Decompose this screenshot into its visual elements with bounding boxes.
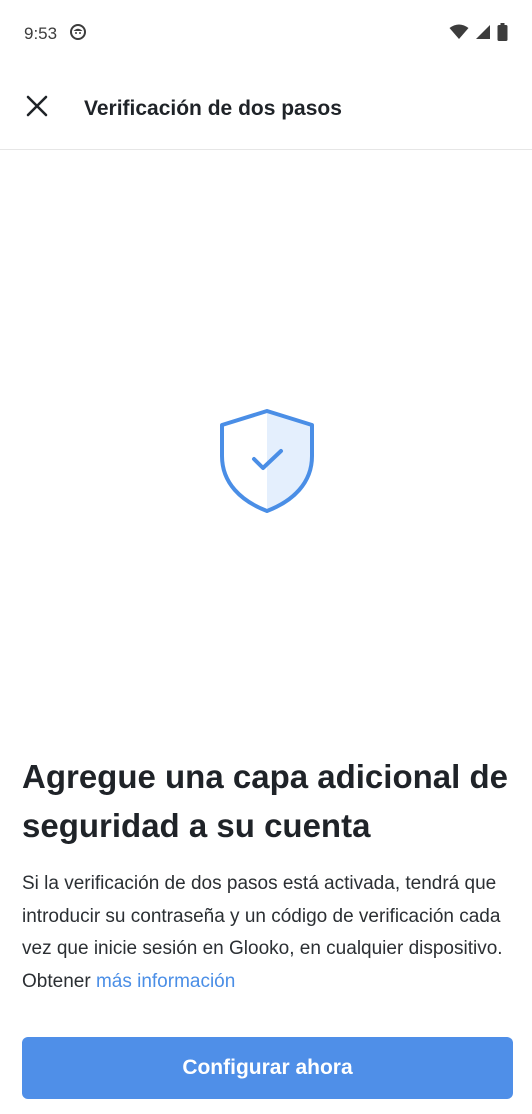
configure-now-button[interactable]: Configurar ahora <box>22 1037 513 1099</box>
page-title: Verificación de dos pasos <box>84 96 342 120</box>
status-left: 9:53 <box>24 23 87 46</box>
app-notification-icon <box>69 23 87 46</box>
description: Si la verificación de dos pasos está act… <box>22 868 514 998</box>
headline: Agregue una capa adicional de seguridad … <box>22 758 508 844</box>
wifi-icon <box>449 24 469 45</box>
signal-icon <box>475 24 491 45</box>
status-right <box>449 22 508 46</box>
shield-check-icon <box>216 408 318 514</box>
status-time: 9:53 <box>24 24 58 43</box>
battery-icon <box>497 22 508 46</box>
status-bar: 9:53 <box>0 0 532 68</box>
close-button[interactable] <box>0 68 74 150</box>
description-text: Si la verificación de dos pasos está act… <box>22 873 503 992</box>
more-info-link[interactable]: más información <box>96 971 235 992</box>
close-icon <box>25 94 49 123</box>
app-bar: Verificación de dos pasos <box>0 68 532 150</box>
